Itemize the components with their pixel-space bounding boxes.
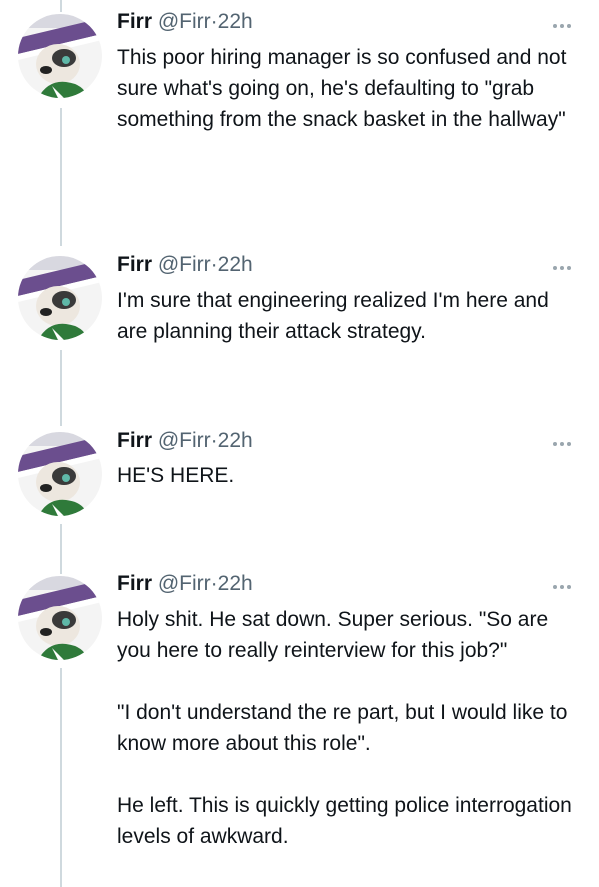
thread-line [60,524,62,574]
more-horizontal-icon[interactable] [553,583,577,591]
tweet-timestamp[interactable]: 22h [218,10,253,33]
author-handle[interactable]: @Firr [158,429,211,452]
author-name[interactable]: Firr [117,572,152,595]
more-horizontal-icon[interactable] [553,440,577,448]
thread-line [60,108,62,246]
avatar[interactable] [18,256,102,340]
tweet-paragraph: "I don't understand the re part, but I w… [117,701,568,755]
tweet-header: Firr @Firr·22h [117,252,253,278]
tweet-paragraph: He left. This is quickly getting police … [117,794,572,848]
fox-avatar-icon [18,14,102,98]
author-handle[interactable]: @Firr [158,10,211,33]
author-handle[interactable]: @Firr [158,253,211,276]
avatar[interactable] [18,576,102,660]
author-name[interactable]: Firr [117,429,152,452]
more-horizontal-icon[interactable] [553,264,577,272]
tweet-text: This poor hiring manager is so confused … [117,42,579,135]
tweet-text: I'm sure that engineering realized I'm h… [117,285,579,347]
separator-dot: · [210,253,218,276]
tweet-paragraph: HE'S HERE. [117,464,235,487]
thread-line [60,350,62,426]
more-horizontal-icon[interactable] [553,22,577,30]
tweet-text: Holy shit. He sat down. Super serious. "… [117,604,579,852]
author-name[interactable]: Firr [117,10,152,33]
thread-line [60,0,62,12]
tweet-paragraph: This poor hiring manager is so confused … [117,46,567,131]
fox-avatar-icon [18,256,102,340]
author-name[interactable]: Firr [117,253,152,276]
tweet-timestamp[interactable]: 22h [218,429,253,452]
avatar[interactable] [18,432,102,516]
separator-dot: · [210,572,218,595]
thread-line [60,668,62,887]
tweet-header: Firr @Firr·22h [117,9,253,35]
author-handle[interactable]: @Firr [158,572,211,595]
tweet-header: Firr @Firr·22h [117,428,253,454]
tweet-header: Firr @Firr·22h [117,571,253,597]
tweet-timestamp[interactable]: 22h [218,572,253,595]
fox-avatar-icon [18,432,102,516]
separator-dot: · [210,429,218,452]
separator-dot: · [210,10,218,33]
tweet-timestamp[interactable]: 22h [218,253,253,276]
tweet-paragraph: Holy shit. He sat down. Super serious. "… [117,608,549,662]
avatar[interactable] [18,14,102,98]
fox-avatar-icon [18,576,102,660]
tweet-text: HE'S HERE. [117,460,579,491]
tweet-paragraph: I'm sure that engineering realized I'm h… [117,289,549,343]
